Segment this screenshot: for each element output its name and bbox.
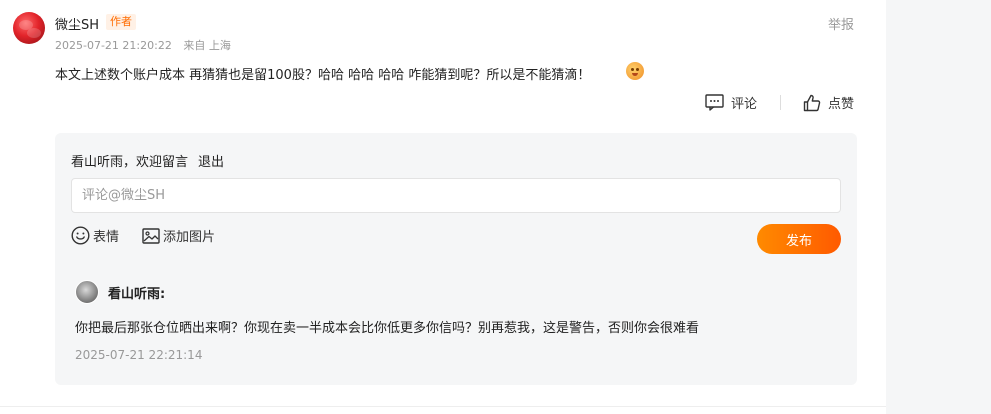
like-button-label: 点赞 (828, 97, 855, 112)
right-gutter (886, 0, 991, 414)
comment-button-label: 评论 (731, 97, 758, 112)
thumbs-up-icon (803, 94, 821, 111)
action-divider (780, 95, 781, 110)
reply-timestamp: 2025-07-21 22:21:14 (75, 348, 203, 362)
reply-greeting: 看山听雨，欢迎留言 退出 (71, 151, 224, 170)
author-avatar[interactable] (13, 12, 45, 44)
comment-meta: 2025-07-21 21:20:22 来自 上海 (55, 37, 231, 53)
avatar-decoration (27, 28, 41, 38)
image-icon (142, 227, 160, 244)
add-image-button[interactable]: 添加图片 (142, 226, 215, 245)
smiley-icon (71, 226, 90, 245)
comment-text: 本文上述数个账户成本 再猜猜也是留100股？哈哈 哈哈 哈哈 咋能猜到呢？所以是… (55, 68, 591, 83)
publish-button[interactable]: 发布 (757, 224, 841, 254)
greeting-text: 看山听雨，欢迎留言 (71, 155, 189, 170)
reply-avatar[interactable] (75, 280, 99, 304)
reply-username[interactable]: 看山听雨: (108, 283, 165, 302)
emoji-mouth (632, 73, 638, 76)
blushing-face-icon (626, 62, 644, 80)
emoji-picker-label: 表情 (93, 230, 120, 245)
report-link[interactable]: 举报 (828, 14, 854, 33)
author-username[interactable]: 微尘SH (55, 14, 99, 33)
author-badge: 作者 (106, 14, 136, 30)
section-divider (0, 406, 886, 407)
emoji-picker-button[interactable]: 表情 (71, 226, 119, 245)
comment-icon (705, 94, 724, 111)
reply-text: 你把最后那张仓位晒出来啊？你现在卖一半成本会比你低更多你信吗？别再惹我，这是警告… (75, 321, 700, 336)
like-button[interactable]: 点赞 (803, 93, 854, 112)
add-image-label: 添加图片 (163, 230, 216, 245)
comment-location: 来自 上海 (183, 39, 231, 52)
comment-timestamp: 2025-07-21 21:20:22 (55, 39, 172, 52)
comment-button[interactable]: 评论 (705, 93, 757, 112)
comment-input[interactable] (71, 178, 841, 213)
logout-link[interactable]: 退出 (198, 155, 224, 170)
